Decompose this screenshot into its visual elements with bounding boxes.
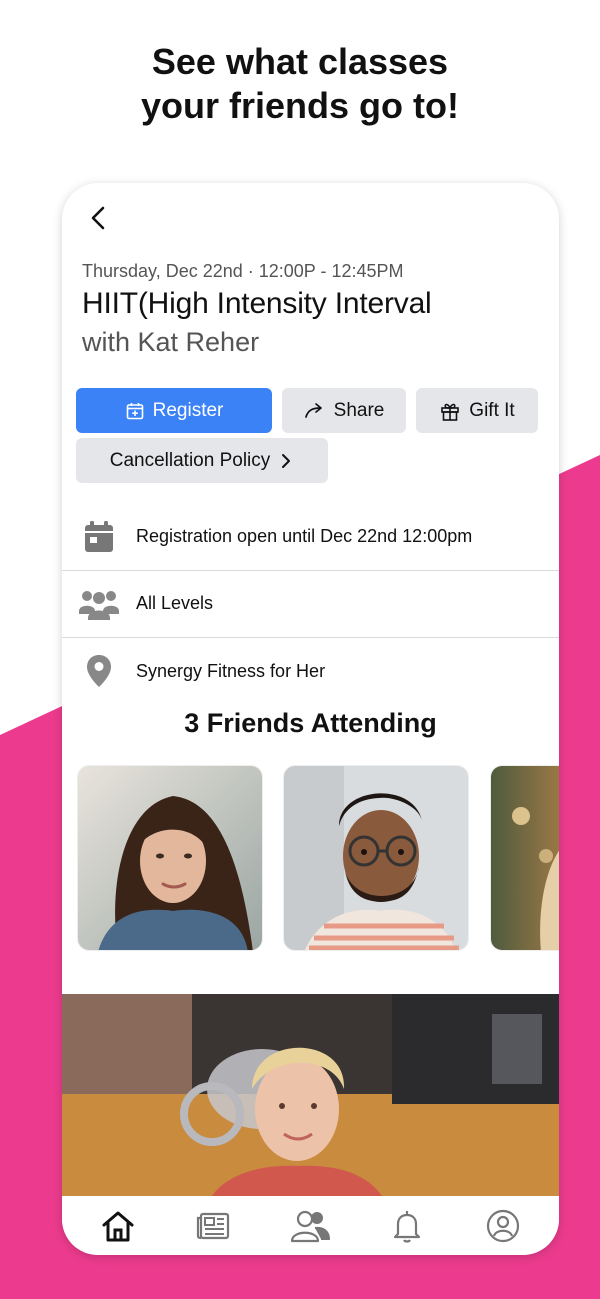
tab-news[interactable] (184, 1201, 244, 1251)
gift-icon (441, 403, 460, 421)
share-label: Share (333, 399, 385, 421)
register-button[interactable]: Register (76, 388, 272, 433)
share-button[interactable]: Share (282, 388, 406, 433)
share-arrow-icon (304, 402, 322, 418)
gift-label: Gift It (469, 399, 515, 421)
bell-icon (393, 1210, 420, 1243)
tab-notifications[interactable] (377, 1201, 437, 1251)
info-row-registration: Registration open until Dec 22nd 12:00pm (62, 503, 559, 571)
register-label: Register (152, 399, 224, 421)
class-datetime: Thursday, Dec 22nd · 12:00P - 12:45PM (82, 261, 404, 281)
tab-home[interactable] (88, 1201, 148, 1251)
group-icon (79, 590, 119, 620)
calendar-plus-icon (126, 402, 143, 419)
friend-avatar-1[interactable] (77, 765, 263, 951)
gift-button[interactable]: Gift It (416, 388, 538, 433)
headline-line-1: See what classes (151, 41, 449, 82)
cancellation-policy-button[interactable]: Cancellation Policy (76, 438, 328, 483)
class-instructor: with Kat Reher (82, 327, 260, 357)
back-chevron-icon[interactable] (84, 203, 114, 233)
news-icon (197, 1212, 230, 1239)
level-text: All Levels (136, 593, 214, 613)
friend-avatar-2[interactable] (283, 765, 469, 951)
people-icon (291, 1210, 331, 1242)
bottom-tab-bar (62, 1196, 559, 1255)
calendar-icon (85, 520, 113, 552)
phone-screen: Thursday, Dec 22nd · 12:00P - 12:45PM HI… (62, 183, 559, 1255)
friends-attending-title: 3 Friends Attending (184, 708, 437, 738)
location-text: Synergy Fitness for Her (136, 660, 326, 681)
policy-label: Cancellation Policy (109, 449, 271, 471)
profile-icon (486, 1209, 519, 1242)
location-pin-icon (87, 655, 111, 687)
class-title: HIIT(High Intensity Interval (82, 287, 432, 320)
tab-profile[interactable] (473, 1201, 533, 1251)
registration-text: Registration open until Dec 22nd 12:00pm (136, 526, 473, 546)
headline: See what classes your friends go to! (0, 40, 600, 128)
info-row-location[interactable]: Synergy Fitness for Her (62, 637, 559, 705)
home-icon (102, 1211, 134, 1241)
info-row-level: All Levels (62, 570, 559, 638)
friend-avatar-3[interactable] (490, 765, 559, 951)
chevron-right-icon (282, 453, 291, 468)
tab-people[interactable] (280, 1201, 340, 1251)
headline-line-2: your friends go to! (141, 85, 459, 126)
class-banner-photo (62, 994, 559, 1196)
